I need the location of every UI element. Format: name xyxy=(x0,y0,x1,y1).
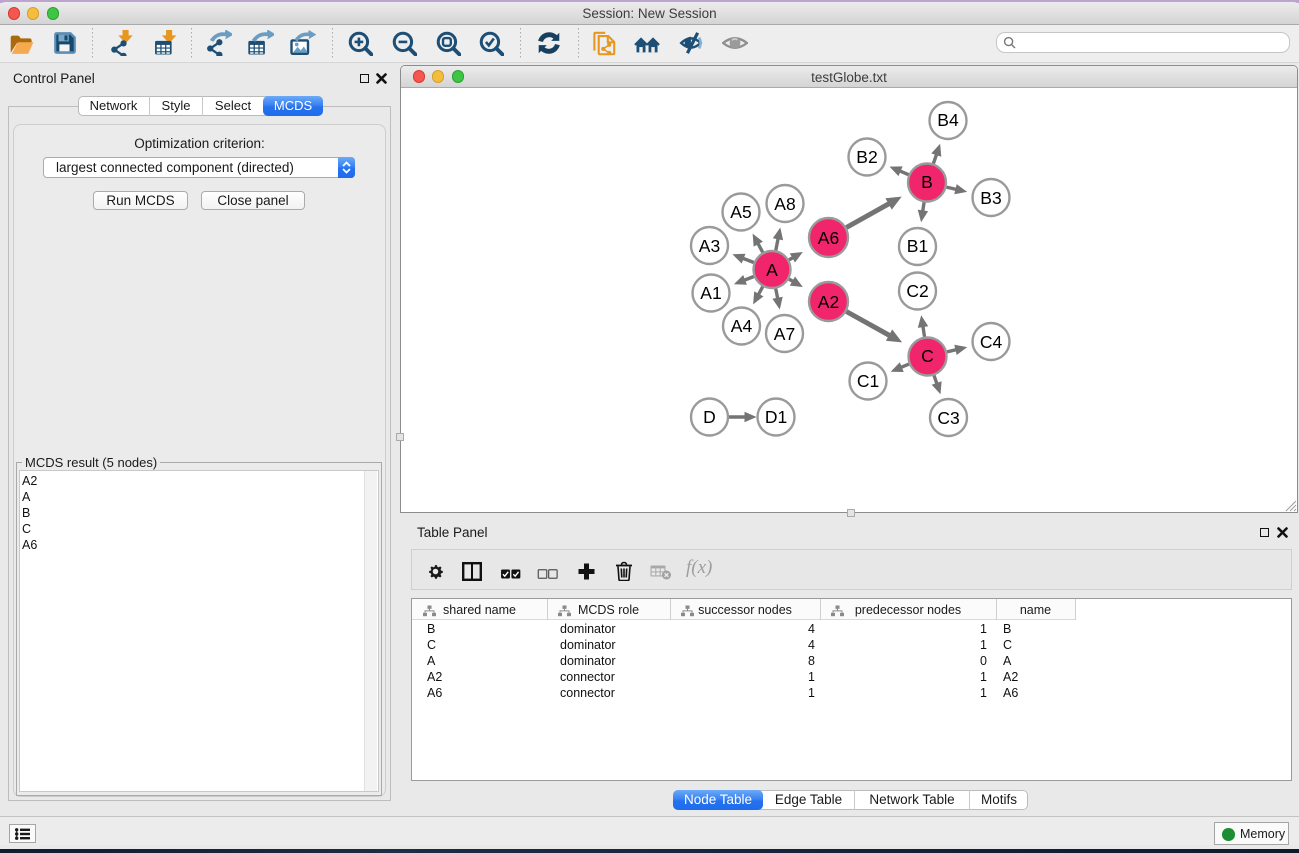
svg-text:A: A xyxy=(766,260,778,280)
svg-text:B3: B3 xyxy=(980,188,1001,208)
svg-text:B2: B2 xyxy=(856,147,877,167)
svg-text:A6: A6 xyxy=(818,228,839,248)
svg-text:C: C xyxy=(921,346,934,366)
svg-text:A2: A2 xyxy=(818,292,839,312)
svg-text:C2: C2 xyxy=(906,281,928,301)
svg-text:C4: C4 xyxy=(980,332,1003,352)
svg-text:D1: D1 xyxy=(765,407,787,427)
svg-text:B1: B1 xyxy=(907,236,928,256)
svg-text:B: B xyxy=(921,172,933,192)
svg-text:A7: A7 xyxy=(774,324,795,344)
svg-text:A4: A4 xyxy=(731,316,753,336)
svg-text:C1: C1 xyxy=(857,371,879,391)
svg-text:A1: A1 xyxy=(700,283,721,303)
svg-text:A3: A3 xyxy=(699,236,720,256)
svg-text:C3: C3 xyxy=(937,408,959,428)
svg-text:A8: A8 xyxy=(774,194,795,214)
svg-text:B4: B4 xyxy=(937,110,959,130)
svg-text:D: D xyxy=(703,407,716,427)
svg-text:A5: A5 xyxy=(730,202,751,222)
